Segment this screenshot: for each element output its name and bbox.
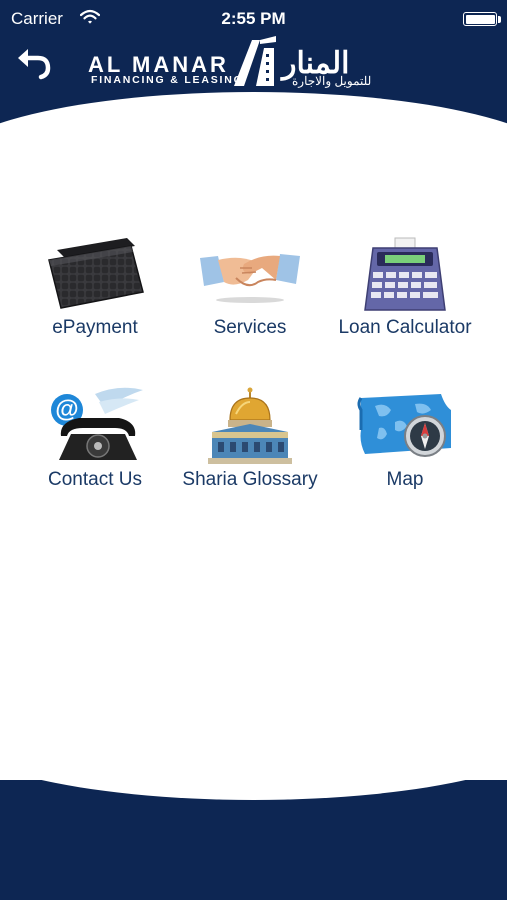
wallet-icon [48,238,144,309]
lighthouse-icon [234,36,276,86]
handshake-icon [200,254,300,303]
calculator-icon [364,237,446,311]
status-bar: Carrier 2:55 PM [0,0,507,36]
al-manar-logo: AL MANAR FINANCING & LEASING المنار للتم… [88,36,420,90]
clock-time: 2:55 PM [221,9,286,28]
menu-item-label: Contact Us [48,469,142,490]
menu-item-label: Services [213,317,287,338]
battery-icon [463,12,497,26]
menu-item-epayment[interactable]: ePayment [10,234,180,364]
menu-item-loan-calculator[interactable]: Loan Calculator [320,234,490,364]
menu-item-label: ePayment [52,317,138,338]
mosque-icon [208,387,292,464]
telephone-email-icon: @ [51,387,143,460]
battery-tip [498,16,501,23]
menu-item-sharia-glossary[interactable]: Sharia Glossary [165,386,335,516]
menu-item-contact-us[interactable]: @ Contact Us [10,386,180,516]
menu-item-label: Map [386,469,424,490]
menu-item-label: Sharia Glossary [182,469,318,490]
map-compass-icon [357,394,451,457]
logo-arabic-tagline: للتمويل والاجارة [292,74,372,88]
menu-item-services[interactable]: Services [165,234,335,364]
undo-arrow-icon [18,49,51,80]
footer-curve [0,780,507,800]
back-button[interactable] [14,44,54,80]
menu-item-label: Loan Calculator [338,317,472,338]
logo-tagline: FINANCING & LEASING [91,74,244,86]
footer-banner [0,780,507,900]
menu-item-map[interactable]: Map [320,386,490,516]
header-curve [0,92,507,150]
